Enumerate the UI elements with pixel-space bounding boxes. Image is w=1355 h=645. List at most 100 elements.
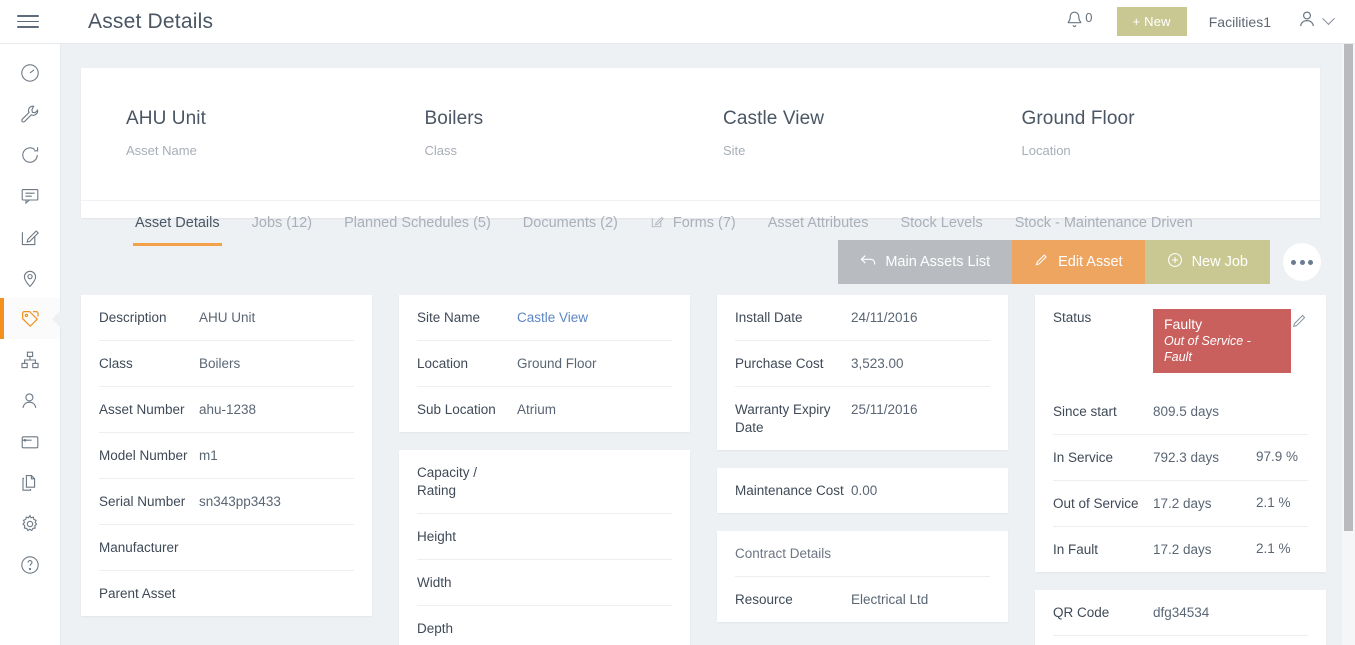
tab-jobs[interactable]: Jobs (12) xyxy=(236,201,328,246)
top-bar: Asset Details 0 + New Facilities1 xyxy=(0,0,1355,44)
row-label: Depth xyxy=(417,620,517,638)
sidebar-item-locations[interactable] xyxy=(0,257,60,298)
sidebar-item-refresh[interactable] xyxy=(0,134,60,175)
table-row: Parent Asset xyxy=(99,571,354,616)
main-content: AHU Unit Asset Name Boilers Class Castle… xyxy=(61,44,1343,645)
row-percent: 2.1 % xyxy=(1256,541,1308,556)
new-button[interactable]: + New xyxy=(1117,7,1187,36)
question-circle-icon xyxy=(19,554,41,576)
tab-stock-maintenance-driven[interactable]: Stock - Maintenance Driven xyxy=(999,201,1209,246)
vertical-scrollbar[interactable] xyxy=(1342,44,1355,645)
notifications-button[interactable]: 0 xyxy=(1056,10,1102,34)
row-value: ahu-1238 xyxy=(199,401,354,419)
asset-class-value: Boilers xyxy=(425,108,724,130)
row-label: Sub Location xyxy=(417,401,517,419)
row-value: 24/11/2016 xyxy=(851,309,990,327)
sidebar-item-wallet[interactable] xyxy=(0,421,60,462)
row-label: Serial Number xyxy=(99,493,199,511)
asset-name-label: Asset Name xyxy=(126,143,425,158)
tab-label: Asset Attributes xyxy=(768,215,869,231)
card-title-row: Contract Details xyxy=(735,531,990,577)
comment-icon xyxy=(19,185,41,207)
contract-details-title: Contract Details xyxy=(735,545,851,563)
table-row: Asset Number ahu-1238 xyxy=(99,387,354,433)
copy-files-icon xyxy=(19,472,41,494)
table-row: Serial Number sn343pp3433 xyxy=(99,479,354,525)
table-row: Out of Service 17.2 days 2.1 % xyxy=(1053,481,1308,527)
edit-square-icon xyxy=(19,226,41,248)
asset-summary-cell-location: Ground Floor Location xyxy=(1022,108,1321,158)
row-value: 809.5 days xyxy=(1153,403,1256,421)
sidebar-item-assets[interactable] xyxy=(0,298,60,339)
tab-label: Documents (2) xyxy=(523,215,618,231)
account-name[interactable]: Facilities1 xyxy=(1209,14,1271,30)
notification-bell-icon xyxy=(1066,10,1083,34)
sidebar-item-dashboard[interactable] xyxy=(0,52,60,93)
tab-label: Planned Schedules (5) xyxy=(344,215,491,231)
refresh-circle-icon xyxy=(19,144,41,166)
row-value: sn343pp3433 xyxy=(199,493,354,511)
user-menu[interactable] xyxy=(1297,9,1333,34)
tab-documents[interactable]: Documents (2) xyxy=(507,201,634,246)
table-row: Site Name Castle View xyxy=(417,295,672,341)
site-name-link[interactable]: Castle View xyxy=(517,309,672,327)
ellipsis-icon xyxy=(1291,260,1296,265)
details-column-3: Install Date 24/11/2016 Purchase Cost 3,… xyxy=(717,295,1008,645)
row-value: 3,523.00 xyxy=(851,355,990,373)
new-job-button[interactable]: New Job xyxy=(1145,240,1270,284)
tab-forms[interactable]: Forms (7) xyxy=(634,201,752,246)
back-arrow-icon xyxy=(860,253,876,271)
row-label: Description xyxy=(99,309,199,327)
sidebar-item-messages[interactable] xyxy=(0,175,60,216)
scrollbar-thumb[interactable] xyxy=(1344,44,1353,531)
row-value: Atrium xyxy=(517,401,672,419)
table-row: Resource Electrical Ltd xyxy=(735,577,990,622)
row-value: Ground Floor xyxy=(517,355,672,373)
gear-icon xyxy=(19,513,41,535)
wallet-icon xyxy=(19,431,41,453)
row-label: Out of Service xyxy=(1053,495,1153,513)
tab-stock-levels[interactable]: Stock Levels xyxy=(884,201,998,246)
row-label: Capacity / Rating xyxy=(417,464,517,500)
row-label: Location xyxy=(417,355,517,373)
row-value: 0.00 xyxy=(851,482,990,500)
sidebar-item-help[interactable] xyxy=(0,544,60,585)
purchase-card: Install Date 24/11/2016 Purchase Cost 3,… xyxy=(717,295,1008,450)
sidebar-item-documents[interactable] xyxy=(0,462,60,503)
tab-planned-schedules[interactable]: Planned Schedules (5) xyxy=(328,201,507,246)
sidebar-item-maintenance[interactable] xyxy=(0,93,60,134)
tab-label: Asset Details xyxy=(135,215,220,231)
row-label: In Fault xyxy=(1053,541,1153,559)
row-value: Boilers xyxy=(199,355,354,373)
gauge-icon xyxy=(19,62,41,84)
row-label: Resource xyxy=(735,591,851,609)
table-row: Manufacturer xyxy=(99,525,354,571)
sidebar-item-settings[interactable] xyxy=(0,503,60,544)
more-options-button[interactable] xyxy=(1283,243,1321,281)
asset-class-label: Class xyxy=(425,143,724,158)
wrench-icon xyxy=(19,103,41,125)
table-row: In Service 792.3 days 97.9 % xyxy=(1053,435,1308,481)
chevron-down-icon xyxy=(1322,12,1335,25)
row-label: Height xyxy=(417,528,517,546)
main-assets-list-button[interactable]: Main Assets List xyxy=(838,240,1012,284)
row-label: Class xyxy=(99,355,199,373)
maintenance-cost-card: Maintenance Cost 0.00 xyxy=(717,468,1008,513)
sidebar-item-hierarchy[interactable] xyxy=(0,339,60,380)
sidebar-item-people[interactable] xyxy=(0,380,60,421)
edit-asset-button[interactable]: Edit Asset xyxy=(1012,240,1144,284)
button-label: New Job xyxy=(1192,254,1248,270)
ellipsis-icon xyxy=(1300,260,1305,265)
row-value: m1 xyxy=(199,447,354,465)
status-label: Status xyxy=(1053,309,1153,327)
row-label: Model Number xyxy=(99,447,199,465)
row-value: Electrical Ltd xyxy=(851,591,990,609)
tab-asset-details[interactable]: Asset Details xyxy=(119,201,236,246)
sidebar-item-edit[interactable] xyxy=(0,216,60,257)
asset-summary-row: AHU Unit Asset Name Boilers Class Castle… xyxy=(81,68,1320,158)
row-label: Asset Number xyxy=(99,401,199,419)
table-row: Install Date 24/11/2016 xyxy=(735,295,990,341)
edit-status-pencil-icon[interactable] xyxy=(1291,309,1308,335)
tab-asset-attributes[interactable]: Asset Attributes xyxy=(752,201,885,246)
hamburger-menu-icon[interactable] xyxy=(0,15,56,28)
